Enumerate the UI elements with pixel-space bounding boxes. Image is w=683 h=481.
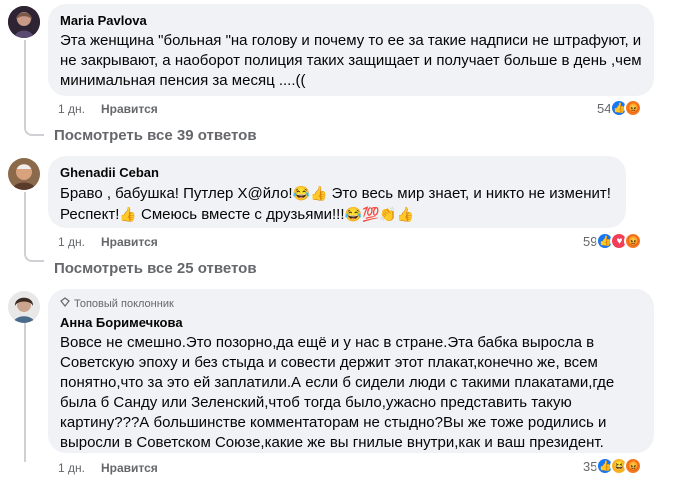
avatar-image — [8, 6, 40, 38]
badge-label: Топовый поклонник — [74, 298, 174, 310]
reactions-summary[interactable]: 35 👍 😆 😡 — [583, 457, 643, 475]
avatar[interactable] — [8, 291, 40, 323]
comment-text: Вовсе не смешно.Это позорно,да ещё и у н… — [60, 334, 615, 451]
comment-text-line1: Браво , бабушка! Путлер Х@йло! — [60, 185, 293, 202]
comment-time[interactable]: 1 дн. — [58, 461, 85, 475]
avatar-image — [8, 158, 40, 190]
top-fan-badge: Топовый поклонник — [60, 297, 642, 311]
thread-line — [24, 322, 26, 462]
like-button[interactable]: Нравится — [101, 235, 158, 249]
comment-author[interactable]: Анна Боримечкова — [60, 314, 642, 331]
emoji: 😂💯👏👍 — [344, 206, 415, 222]
thread-elbow — [24, 250, 44, 262]
comment-bubble: Ghenadii Ceban Браво , бабушка! Путлер Х… — [48, 156, 626, 228]
comment-bubble: Maria Pavlova Эта женщина "больная "на г… — [48, 4, 654, 96]
comment-author[interactable]: Ghenadii Ceban — [60, 164, 614, 181]
comment-bubble: Топовый поклонник Анна Боримечкова Вовсе… — [48, 289, 654, 453]
avatar-image — [8, 291, 40, 323]
reactions-summary[interactable]: 54 👍 😡 — [597, 99, 643, 117]
comment-author[interactable]: Maria Pavlova — [60, 12, 642, 29]
reaction-count: 59 — [583, 233, 598, 249]
angry-icon: 😡 — [624, 99, 643, 117]
angry-icon: 😡 — [624, 457, 643, 475]
comment-time[interactable]: 1 дн. — [58, 102, 85, 116]
reaction-count: 54 — [597, 100, 612, 116]
like-button[interactable]: Нравится — [101, 461, 158, 475]
angry-icon: 😡 — [624, 232, 643, 250]
thread-elbow — [24, 124, 44, 136]
emoji: 👍 — [119, 206, 137, 222]
view-replies-link[interactable]: Посмотреть все 39 ответов — [54, 127, 257, 144]
comment-time[interactable]: 1 дн. — [58, 235, 85, 249]
like-button[interactable]: Нравится — [101, 102, 158, 116]
comment-actions: 1 дн. Нравится — [58, 461, 158, 475]
comment-text: Браво , бабушка! Путлер Х@йло!😂👍 Это вес… — [60, 183, 614, 225]
reactions-summary[interactable]: 59 👍 ♥ 😡 — [583, 232, 643, 250]
reaction-count: 35 — [583, 458, 598, 474]
comment-text-line2: Респект! — [60, 206, 120, 223]
comment-text: Эта женщина "больная "на голову и почему… — [60, 32, 642, 89]
thread-line — [24, 192, 26, 254]
diamond-icon — [60, 297, 70, 311]
comment-actions: 1 дн. Нравится — [58, 102, 158, 116]
thread-line — [24, 40, 26, 128]
comment-actions: 1 дн. Нравится — [58, 235, 158, 249]
emoji: 😂👍 — [292, 185, 328, 201]
avatar[interactable] — [8, 6, 40, 38]
avatar[interactable] — [8, 158, 40, 190]
comment-text-line2-mid: Смеюсь вместе с друзьями!!! — [136, 206, 345, 223]
comment-text-line1-rest: Это весь мир знает, и никто не изменит! — [327, 185, 611, 202]
view-replies-link[interactable]: Посмотреть все 25 ответов — [54, 260, 257, 277]
